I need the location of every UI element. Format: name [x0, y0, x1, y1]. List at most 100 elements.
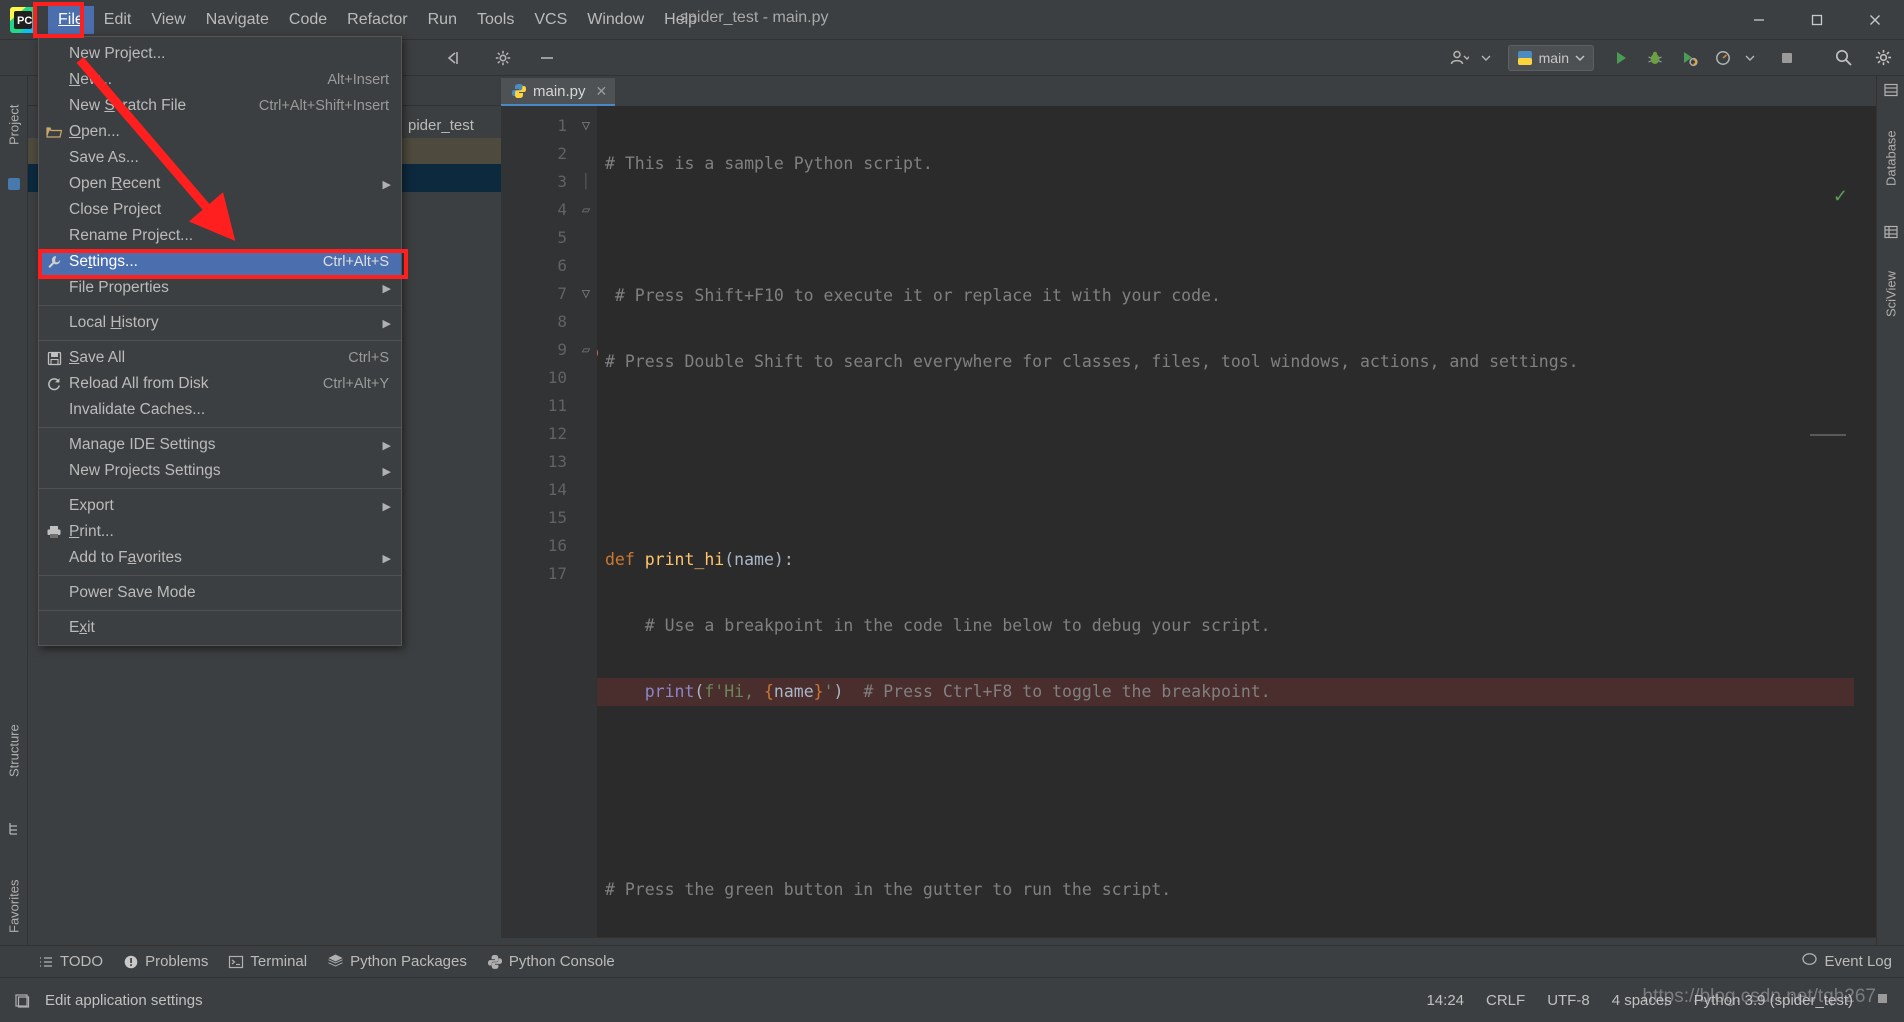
gear-icon[interactable]: [490, 45, 516, 71]
line-number: 1: [557, 116, 567, 135]
editor-fold-column[interactable]: ▽ │ ▱ ▽ ▱: [575, 106, 597, 937]
menu-vcs[interactable]: VCS: [524, 6, 577, 34]
menu-view[interactable]: View: [141, 6, 195, 34]
menu-item-manage-ide-settings[interactable]: Manage IDE Settings ▶: [39, 432, 401, 458]
code-editor[interactable]: 1 2 3 4 5 6 7 8 9 10 11 12 13 14 15 16 1…: [501, 106, 1876, 937]
menu-item-exit[interactable]: Exit: [39, 615, 401, 641]
debug-bug-icon[interactable]: [1642, 45, 1668, 71]
profile-icon[interactable]: [1710, 45, 1736, 71]
menu-item-invalidate-caches[interactable]: Invalidate Caches...: [39, 397, 401, 423]
menu-navigate[interactable]: Navigate: [196, 6, 279, 34]
menu-item-new-project[interactable]: New Project...: [39, 41, 401, 67]
line-number: 7: [557, 284, 567, 303]
menu-code[interactable]: Code: [279, 6, 337, 34]
run-triangle-icon[interactable]: [1608, 45, 1634, 71]
menu-edit[interactable]: Edit: [94, 6, 142, 34]
tab-label: main.py: [533, 82, 586, 100]
fold-marker[interactable]: ▱: [575, 196, 597, 224]
menu-item-open-recent[interactable]: Open Recent ▶: [39, 171, 401, 197]
readonly-icon[interactable]: [1875, 991, 1890, 1010]
search-magnifier-icon[interactable]: [1830, 45, 1856, 71]
status-line-separator[interactable]: CRLF: [1486, 992, 1525, 1009]
tab-main-py[interactable]: main.py ✕: [501, 78, 616, 106]
fold-marker[interactable]: ▽: [575, 112, 597, 140]
structure-tree-icon[interactable]: [6, 821, 22, 842]
menu-item-add-to-favorites[interactable]: Add to Favorites ▶: [39, 545, 401, 571]
line-number: 12: [547, 424, 567, 443]
menu-item-power-save-mode[interactable]: Power Save Mode: [39, 580, 401, 606]
sciview-chart-icon[interactable]: [1883, 224, 1899, 245]
menu-file[interactable]: File: [48, 5, 94, 34]
sidebar-favorites-label: Favorites: [6, 879, 22, 933]
menu-item-local-history[interactable]: Local History ▶: [39, 310, 401, 336]
sidebar-item-project[interactable]: Project: [0, 80, 28, 170]
inspection-status-icon[interactable]: ✓: [1833, 186, 1848, 207]
chevron-down-icon[interactable]: [1744, 45, 1756, 71]
status-indent[interactable]: 4 spaces: [1612, 992, 1672, 1009]
menu-item-new-projects-settings[interactable]: New Projects Settings ▶: [39, 458, 401, 484]
tool-window-terminal[interactable]: Terminal: [224, 953, 323, 970]
menu-tools[interactable]: Tools: [467, 6, 524, 34]
menu-item-export[interactable]: Export ▶: [39, 493, 401, 519]
menu-item-save-all[interactable]: Save All Ctrl+S: [39, 345, 401, 371]
menu-separator: [39, 305, 401, 306]
menu-window[interactable]: Window: [577, 6, 654, 34]
menu-item-open[interactable]: Open...: [39, 119, 401, 145]
event-log-button[interactable]: Event Log: [1801, 953, 1892, 970]
hide-panel-icon[interactable]: [440, 45, 466, 71]
menu-item-new-scratch-file[interactable]: New Scratch File Ctrl+Alt+Shift+Insert: [39, 93, 401, 119]
line-number: 17: [547, 564, 567, 583]
sidebar-item-database[interactable]: Database: [1877, 108, 1904, 208]
close-icon[interactable]: ✕: [596, 83, 608, 100]
event-log-label: Event Log: [1824, 953, 1892, 970]
tool-window-problems[interactable]: Problems: [119, 953, 224, 970]
code-line-8: # Use a breakpoint in the code line belo…: [597, 612, 1876, 640]
reload-icon: [39, 376, 69, 392]
person-icon[interactable]: [1446, 45, 1472, 71]
sidebar-item-structure[interactable]: Structure: [0, 696, 28, 806]
fold-marker[interactable]: ▽: [575, 280, 597, 308]
code-text[interactable]: # This is a sample Python script. # Pres…: [597, 106, 1876, 937]
status-message: Edit application settings: [45, 991, 203, 1009]
editor-marker-column[interactable]: [1854, 136, 1876, 897]
menu-item-reload-all-from-disk[interactable]: Reload All from Disk Ctrl+Alt+Y: [39, 371, 401, 397]
tool-window-python-packages[interactable]: Python Packages: [323, 953, 483, 970]
editor-gutter[interactable]: 1 2 3 4 5 6 7 8 9 10 11 12 13 14 15 16 1…: [501, 106, 598, 937]
chevron-down-icon[interactable]: [1480, 45, 1492, 71]
minimize-button[interactable]: [1730, 0, 1788, 40]
main-menu-bar[interactable]: File Edit View Navigate Code Refactor Ru…: [48, 0, 707, 40]
status-encoding[interactable]: UTF-8: [1547, 992, 1590, 1009]
minimize-panel-icon[interactable]: [534, 45, 560, 71]
status-interpreter[interactable]: Python 3.9 (spider_test): [1694, 992, 1853, 1009]
tool-window-todo[interactable]: TODO: [34, 953, 119, 970]
maximize-button[interactable]: [1788, 0, 1846, 40]
menu-refactor[interactable]: Refactor: [337, 6, 417, 34]
menu-run[interactable]: Run: [418, 6, 467, 34]
menu-item-save-as[interactable]: Save As...: [39, 145, 401, 171]
menu-item-rename-project[interactable]: Rename Project...: [39, 223, 401, 249]
run-configuration-selector[interactable]: main: [1507, 44, 1594, 71]
database-grid-icon[interactable]: [1883, 82, 1899, 103]
menu-item-settings[interactable]: Settings... Ctrl+Alt+S: [39, 249, 401, 275]
submenu-arrow-icon: ▶: [382, 465, 391, 478]
stop-square-icon[interactable]: [1774, 45, 1800, 71]
menu-item-open-recent-label: Open Recent: [69, 175, 161, 192]
structure-small-icon[interactable]: [6, 176, 22, 197]
menu-item-print[interactable]: Print...: [39, 519, 401, 545]
menu-item-file-properties[interactable]: File Properties ▶: [39, 275, 401, 301]
menu-item-new[interactable]: New... Alt+Insert: [39, 67, 401, 93]
file-menu-dropdown[interactable]: New Project... New... Alt+Insert New Scr…: [38, 36, 402, 646]
menu-view-label: View: [151, 10, 186, 28]
menu-item-close-project[interactable]: Close Project: [39, 197, 401, 223]
status-caret-position[interactable]: 14:24: [1426, 992, 1464, 1009]
tool-window-todo-label: TODO: [60, 953, 104, 970]
settings-gear-icon[interactable]: [1870, 45, 1896, 71]
window-icon: [15, 993, 30, 1008]
tool-window-python-console[interactable]: Python Console: [483, 953, 631, 970]
coverage-icon[interactable]: [1676, 45, 1702, 71]
close-button[interactable]: [1846, 0, 1904, 40]
fold-marker[interactable]: ▱: [575, 336, 597, 364]
sidebar-item-sciview[interactable]: SciView: [1877, 248, 1904, 340]
